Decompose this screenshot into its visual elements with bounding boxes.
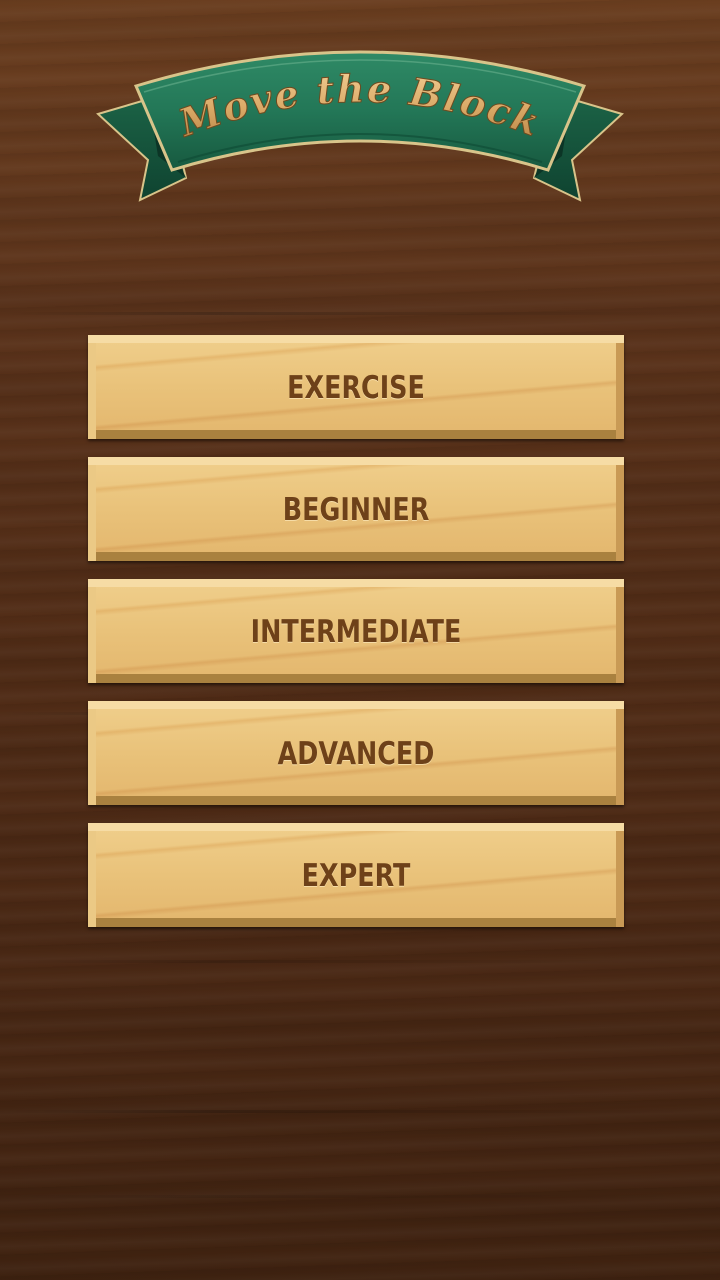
advanced-label: ADVANCED [277, 736, 435, 772]
expert-button[interactable]: EXPERT [88, 823, 624, 927]
expert-label: EXPERT [301, 858, 411, 894]
level-menu: EXERCISE BEGINNER INTERMEDIATE ADVANCED … [88, 335, 624, 945]
intermediate-button[interactable]: INTERMEDIATE [88, 579, 624, 683]
beginner-label: BEGINNER [282, 492, 430, 528]
beginner-button[interactable]: BEGINNER [88, 457, 624, 561]
exercise-label: EXERCISE [287, 370, 425, 406]
intermediate-label: INTERMEDIATE [250, 614, 462, 650]
exercise-button[interactable]: EXERCISE [88, 335, 624, 439]
ribbon-graphic: Move the Block [96, 50, 624, 202]
title-banner: Move the Block [96, 38, 624, 208]
advanced-button[interactable]: ADVANCED [88, 701, 624, 805]
